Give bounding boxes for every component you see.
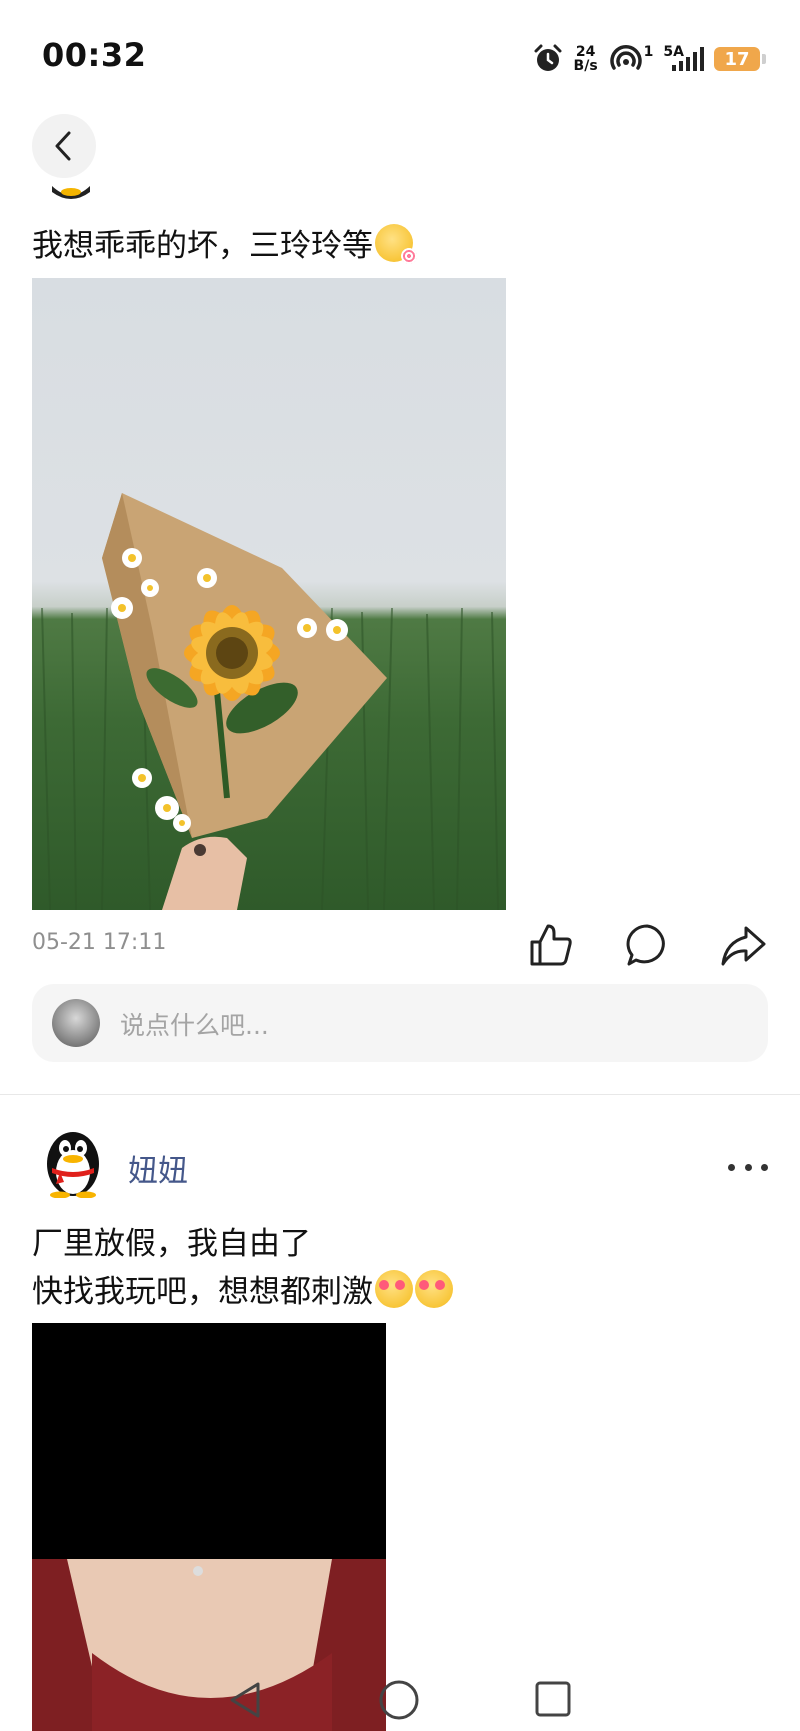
my-avatar	[52, 999, 100, 1047]
wifi-badge: 1	[643, 44, 654, 60]
nav-back-icon[interactable]	[228, 1680, 262, 1720]
back-button[interactable]	[32, 114, 96, 178]
post1-avatar[interactable]	[50, 186, 92, 202]
share-icon[interactable]	[720, 922, 766, 968]
battery-icon: 17	[714, 47, 766, 71]
qq-penguin-avatar[interactable]	[40, 1128, 106, 1198]
post2-photo[interactable]	[32, 1323, 386, 1731]
post2-username[interactable]: 妞妞	[128, 1146, 188, 1190]
more-dot	[744, 1163, 752, 1171]
post1-text-content: 我想乖乖的坏，三玲玲等	[32, 228, 373, 264]
post1-photo[interactable]	[32, 278, 506, 910]
post1-text: 我想乖乖的坏，三玲玲等	[32, 222, 417, 270]
alarm-icon	[534, 44, 562, 71]
more-options-button[interactable]	[728, 1160, 768, 1174]
sunflower-bouquet-image	[41, 493, 499, 910]
post2-text: 厂里放假，我自由了 快找我玩吧，想想都刺激	[32, 1220, 453, 1316]
comment-input[interactable]: 说点什么吧...	[32, 984, 768, 1062]
heart-eyes-emoji	[375, 1270, 413, 1308]
nav-recents-icon[interactable]	[534, 1680, 572, 1718]
post2-line2-row: 快找我玩吧，想想都刺激	[32, 1268, 453, 1316]
post2-line1: 厂里放假，我自由了	[32, 1226, 311, 1262]
hotspot-icon	[609, 45, 642, 70]
post2-image	[32, 1559, 386, 1731]
comment-placeholder: 说点什么吧...	[120, 1011, 269, 1040]
lollipop-face-emoji	[375, 224, 417, 264]
more-dot	[728, 1163, 735, 1171]
signal-icon	[672, 47, 704, 71]
status-icons: 24 B/s 1 5A 17	[532, 40, 766, 78]
like-icon[interactable]	[528, 922, 574, 968]
post1-date: 05-21 17:11	[32, 930, 167, 955]
comment-icon[interactable]	[624, 922, 670, 968]
battery-level: 17	[724, 48, 750, 70]
nav-home-icon[interactable]	[378, 1679, 420, 1721]
post2-line2: 快找我玩吧，想想都刺激	[32, 1274, 373, 1310]
post-divider	[0, 1094, 800, 1095]
net-speed: 24 B/s	[573, 44, 598, 74]
heart-eyes-emoji	[415, 1270, 453, 1308]
chevron-left-icon	[55, 131, 71, 161]
status-time: 00:32	[42, 36, 147, 74]
more-dot	[761, 1163, 768, 1171]
